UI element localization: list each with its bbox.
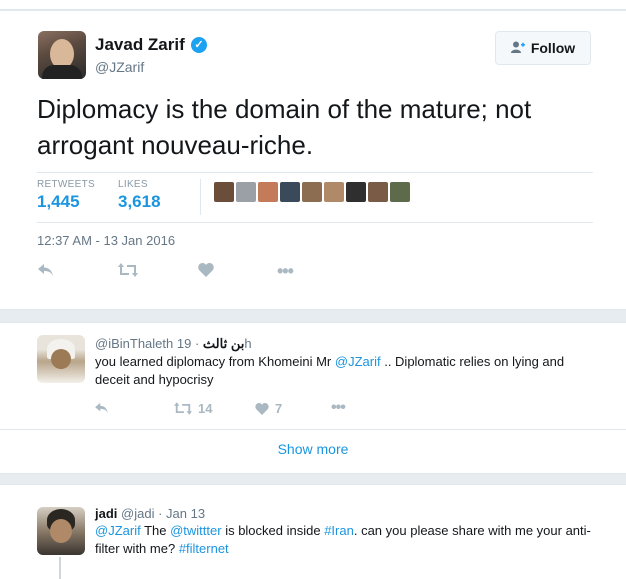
like-button[interactable] <box>198 263 214 277</box>
reply-icon <box>38 264 53 276</box>
reply-1-display-name[interactable]: بن ثالث <box>203 336 244 351</box>
liker-avatar[interactable] <box>258 182 278 202</box>
like-icon <box>198 263 214 277</box>
reply-tweet-1: @iBinThaleth بن ثالث · 19h you learned d… <box>0 322 626 474</box>
reply-2-hashtag-2[interactable]: #filternet <box>179 541 229 556</box>
retweet-button[interactable] <box>118 263 138 277</box>
author-handle[interactable]: @JZarif <box>95 59 144 75</box>
like-icon <box>255 402 269 415</box>
stats-divider-bottom <box>37 222 593 223</box>
main-tweet: Javad Zarif ✓ @JZarif Follow Diplomacy i… <box>0 10 626 310</box>
retweet-icon <box>118 263 138 277</box>
reply-2-time[interactable]: · Jan 13 <box>158 506 205 521</box>
show-more-divider <box>0 429 626 430</box>
liker-avatar[interactable] <box>390 182 410 202</box>
reply-1-mention[interactable]: @JZarif <box>335 354 381 369</box>
likes-label: LIKES <box>118 179 148 190</box>
liker-avatar[interactable] <box>214 182 234 202</box>
follow-person-icon <box>510 41 525 56</box>
liker-avatar[interactable] <box>236 182 256 202</box>
reply-tweet-2: jadi @jadi · Jan 13 @JZarif The @twittte… <box>0 484 626 579</box>
retweet-icon <box>174 402 192 415</box>
reply-1-text-prefix: you learned diplomacy from Khomeini Mr <box>95 354 335 369</box>
liker-avatar[interactable] <box>280 182 300 202</box>
liker-avatar[interactable] <box>302 182 322 202</box>
more-icon: ••• <box>277 261 294 281</box>
avatar-suit <box>42 65 82 79</box>
author-name[interactable]: Javad Zarif <box>95 35 185 55</box>
retweets-count[interactable]: 1,445 <box>37 192 80 212</box>
more-button[interactable]: ••• <box>277 261 294 281</box>
reply-1-more-button[interactable]: ••• <box>331 399 346 417</box>
more-icon: ••• <box>331 399 346 416</box>
reply-2-text-part: The <box>140 523 171 538</box>
reply-1-like-count: 7 <box>275 401 283 416</box>
reply-1-reply-button[interactable] <box>95 402 109 414</box>
reply-2-text: @JZarif The @twittter is blocked inside … <box>95 522 595 558</box>
likes-count[interactable]: 3,618 <box>118 192 161 212</box>
tweet-timestamp[interactable]: 12:37 AM - 13 Jan 2016 <box>37 233 175 248</box>
reply-2-header: jadi @jadi · Jan 13 <box>95 506 205 521</box>
reply-1-retweet-count: 14 <box>198 401 213 416</box>
avatar-face <box>51 349 71 369</box>
show-more-link[interactable]: Show more <box>0 441 626 457</box>
reply-1-like-button[interactable]: 7 <box>255 401 282 416</box>
author-avatar[interactable] <box>38 31 86 79</box>
stats-vertical-divider <box>200 179 201 215</box>
reply-2-avatar[interactable] <box>37 507 85 555</box>
reply-1-handle[interactable]: @iBinThaleth <box>95 336 173 351</box>
reply-2-hashtag-1[interactable]: #Iran <box>324 523 354 538</box>
liker-avatar[interactable] <box>346 182 366 202</box>
reply-2-mention-1[interactable]: @JZarif <box>95 523 141 538</box>
reply-icon <box>95 402 108 414</box>
reply-2-mention-2[interactable]: @twittter <box>170 523 221 538</box>
tweet-text: Diplomacy is the domain of the mature; n… <box>37 94 532 160</box>
liker-avatar[interactable] <box>368 182 388 202</box>
twitter-page: Javad Zarif ✓ @JZarif Follow Diplomacy i… <box>0 0 626 579</box>
reply-1-avatar[interactable] <box>37 335 85 383</box>
verified-icon: ✓ <box>191 37 207 53</box>
thread-connector <box>59 557 61 579</box>
avatar-face <box>50 519 72 543</box>
follow-label: Follow <box>530 40 576 56</box>
reply-button[interactable] <box>38 263 54 277</box>
retweets-label: RETWEETS <box>37 179 95 190</box>
reply-1-text: you learned diplomacy from Khomeini Mr @… <box>95 353 590 389</box>
reply-1-retweet-button[interactable]: 14 <box>174 401 212 416</box>
liker-avatars <box>214 182 410 202</box>
reply-2-text-part: is blocked inside <box>221 523 325 538</box>
follow-button[interactable]: Follow <box>495 31 591 65</box>
reply-2-handle[interactable]: @jadi <box>121 506 154 521</box>
liker-avatar[interactable] <box>324 182 344 202</box>
reply-2-display-name[interactable]: jadi <box>95 506 117 521</box>
top-strip <box>0 0 626 10</box>
reply-1-header: @iBinThaleth بن ثالث · 19h <box>95 336 252 352</box>
stats-divider-top <box>37 172 593 173</box>
